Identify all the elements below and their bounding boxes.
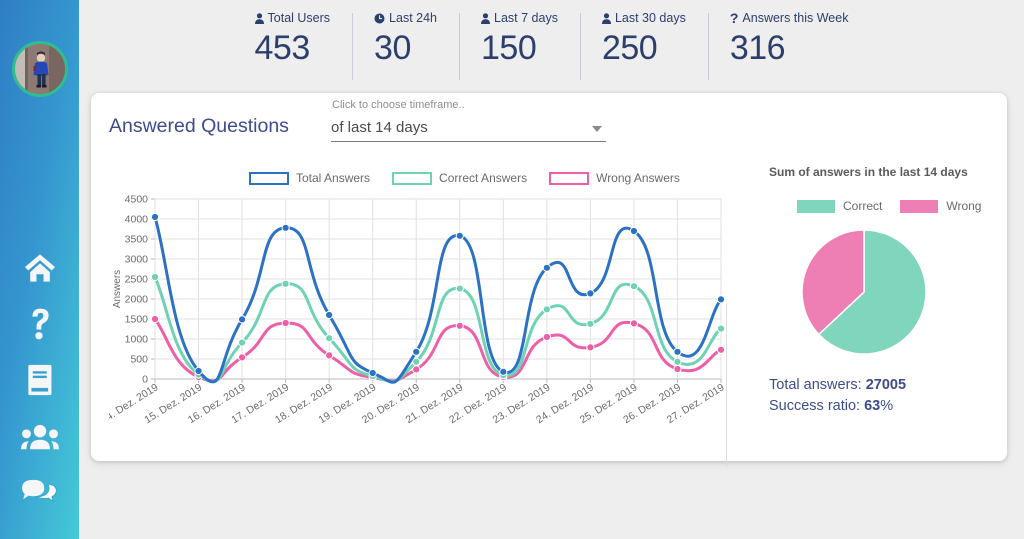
- stat-value: 30: [374, 29, 411, 67]
- user-icon: [481, 12, 491, 24]
- clock-icon: [374, 13, 385, 24]
- timeframe-selected-value: of last 14 days: [331, 119, 428, 136]
- sidebar-item-questions[interactable]: [0, 296, 79, 352]
- line-chart-legend: Total Answers Correct Answers Wrong Answ…: [249, 171, 680, 185]
- stat-value: 453: [254, 29, 311, 67]
- question-mark-icon: [25, 307, 55, 341]
- legend-item-total-answers[interactable]: Total Answers: [249, 171, 370, 185]
- stat-label: Last 30 days: [614, 11, 686, 25]
- chevron-down-icon: [592, 126, 602, 132]
- stat-label: Total Users: [267, 11, 331, 25]
- stat-value: 316: [729, 29, 786, 67]
- card-header: Answered Questions Click to choose timef…: [91, 93, 1007, 155]
- svg-text:4000: 4000: [125, 214, 149, 226]
- pie-panel: Sum of answers in the last 14 days Corre…: [769, 165, 999, 455]
- legend-label: Correct Answers: [439, 171, 528, 185]
- svg-text:2000: 2000: [125, 294, 149, 306]
- book-icon: [24, 364, 55, 396]
- svg-text:Answers: Answers: [112, 270, 123, 308]
- user-icon: [254, 12, 264, 24]
- legend-swatch: [900, 199, 939, 213]
- svg-text:3000: 3000: [125, 254, 149, 266]
- section-divider: [726, 303, 727, 468]
- stats-bar: Total Users 453 Last 24h 30 Last 7 days …: [79, 0, 1024, 90]
- svg-text:0: 0: [142, 374, 148, 386]
- user-avatar[interactable]: [12, 41, 68, 97]
- legend-item-wrong-answers[interactable]: Wrong Answers: [549, 171, 680, 185]
- line-chart-plot: 05001000150020002500300035004000450014. …: [109, 194, 727, 427]
- success-ratio-label: Success ratio:: [769, 398, 861, 414]
- svg-text:1000: 1000: [125, 334, 149, 346]
- pie-legend: Correct Wrong: [769, 199, 999, 213]
- dashboard-page: Total Users 453 Last 24h 30 Last 7 days …: [0, 0, 1024, 539]
- legend-swatch: [392, 171, 433, 185]
- success-ratio-value: 63: [864, 398, 881, 414]
- pie-title: Sum of answers in the last 14 days: [769, 165, 968, 179]
- svg-text:4500: 4500: [125, 194, 149, 206]
- stat-label: Last 7 days: [494, 11, 558, 25]
- users-icon: [20, 423, 59, 450]
- success-ratio-line: Success ratio: 63%: [769, 396, 999, 417]
- stat-last-30-days: Last 30 days 250: [579, 10, 708, 80]
- stat-answers-this-week: ? Answers this Week 316: [707, 10, 871, 80]
- answered-questions-card: Answered Questions Click to choose timef…: [91, 93, 1007, 468]
- legend-swatch: [549, 171, 590, 185]
- stat-value: 150: [481, 29, 537, 67]
- success-ratio-suffix: %: [880, 398, 894, 414]
- legend-swatch: [797, 199, 835, 213]
- stat-label-row: ? Answers this Week: [730, 10, 849, 26]
- svg-text:3500: 3500: [125, 234, 149, 246]
- stat-last-7-days: Last 7 days 150: [459, 10, 580, 80]
- legend-item-wrong[interactable]: Wrong: [900, 199, 981, 213]
- legend-item-correct-answers[interactable]: Correct Answers: [392, 171, 527, 185]
- line-chart: Total Answers Correct Answers Wrong Answ…: [109, 165, 729, 445]
- sidebar-item-home[interactable]: [0, 240, 79, 296]
- sidebar-item-chat[interactable]: [0, 464, 79, 520]
- sidebar-item-learn[interactable]: [0, 352, 79, 408]
- legend-label: Wrong Answers: [596, 171, 680, 185]
- total-answers-value: 27005: [865, 377, 907, 393]
- legend-label: Correct: [843, 199, 883, 213]
- stat-label-row: Last 30 days: [601, 10, 686, 26]
- svg-text:500: 500: [130, 354, 148, 366]
- avatar-photo: [15, 44, 65, 94]
- stat-label: Answers this Week: [742, 11, 849, 25]
- chat-bubbles-icon: [21, 478, 58, 507]
- svg-text:1500: 1500: [125, 314, 149, 326]
- total-answers-label: Total answers:: [769, 377, 862, 393]
- total-answers-line: Total answers: 27005: [769, 375, 999, 396]
- legend-swatch: [249, 171, 289, 185]
- question-icon: ?: [729, 10, 739, 26]
- legend-item-correct[interactable]: Correct: [797, 199, 882, 213]
- legend-label: Wrong: [946, 199, 982, 213]
- timeframe-select[interactable]: of last 14 days: [331, 117, 606, 142]
- stat-label: Last 24h: [389, 11, 438, 25]
- stat-label-row: Last 7 days: [481, 10, 558, 26]
- sidebar-nav: [0, 240, 79, 520]
- pie-summary: Total answers: 27005 Success ratio: 63%: [769, 375, 999, 417]
- sidebar-item-groups[interactable]: [0, 408, 79, 464]
- sidebar: [0, 0, 79, 539]
- page-title: Answered Questions: [109, 115, 289, 137]
- stat-label-row: Total Users: [254, 10, 331, 26]
- home-icon: [23, 253, 57, 283]
- svg-text:2500: 2500: [125, 274, 149, 286]
- stat-label-row: Last 24h: [374, 10, 437, 26]
- timeframe-hint: Click to choose timeframe..: [332, 99, 465, 111]
- user-icon: [601, 12, 611, 24]
- stat-last-24h: Last 24h 30: [352, 10, 459, 80]
- pie-chart-plot[interactable]: [799, 227, 929, 357]
- legend-label: Total Answers: [296, 171, 371, 185]
- stat-total-users: Total Users 453: [233, 10, 353, 68]
- stat-value: 250: [601, 29, 658, 67]
